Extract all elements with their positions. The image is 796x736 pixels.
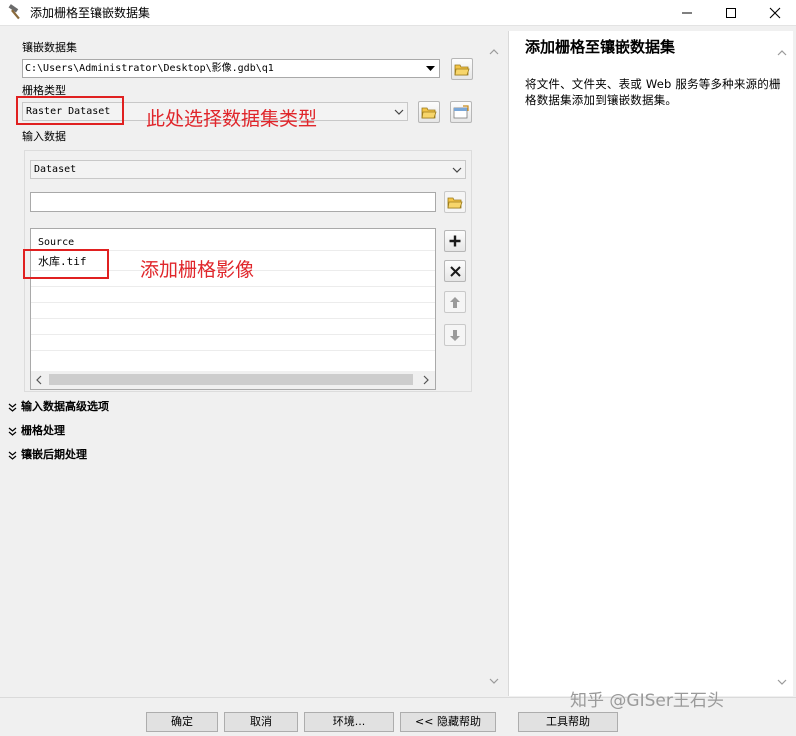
source-list-header: Source xyxy=(38,237,75,248)
double-chevron-down-icon xyxy=(8,403,17,412)
hammer-icon xyxy=(7,4,25,22)
minimize-button[interactable] xyxy=(664,0,710,26)
input-type-combo[interactable]: Dataset xyxy=(30,160,466,179)
cancel-button[interactable]: 取消 xyxy=(224,712,298,732)
mosaic-dataset-value: C:\Users\Administrator\Desktop\影像.gdb\q1 xyxy=(25,63,274,74)
section-mosaic-post-processing[interactable]: 镶嵌后期处理 xyxy=(8,448,87,462)
window-title: 添加栅格至镶嵌数据集 xyxy=(30,6,151,20)
help-title: 添加栅格至镶嵌数据集 xyxy=(525,38,676,56)
properties-icon xyxy=(453,105,469,119)
open-folder-icon xyxy=(447,197,463,209)
plus-icon xyxy=(449,235,461,247)
input-path-field[interactable] xyxy=(30,192,436,212)
maximize-button[interactable] xyxy=(708,0,754,26)
chevron-left-icon[interactable] xyxy=(35,375,43,388)
chevron-down-icon[interactable] xyxy=(489,674,499,687)
move-down-button[interactable] xyxy=(444,324,466,346)
open-folder-icon xyxy=(454,64,470,76)
chevron-right-icon[interactable] xyxy=(422,375,430,388)
dropdown-arrow-icon[interactable] xyxy=(423,61,438,76)
input-data-label: 输入数据 xyxy=(22,130,66,143)
open-folder-icon xyxy=(421,107,437,119)
section-raster-processing[interactable]: 栅格处理 xyxy=(8,424,65,438)
ok-button[interactable]: 确定 xyxy=(146,712,218,732)
close-icon xyxy=(769,7,781,19)
environments-button[interactable]: 环境... xyxy=(304,712,394,732)
section-label: 镶嵌后期处理 xyxy=(21,448,87,461)
add-raster-annotation: 添加栅格影像 xyxy=(140,259,255,281)
title-bar[interactable]: 添加栅格至镶嵌数据集 xyxy=(0,0,796,26)
chevron-down-icon[interactable] xyxy=(449,162,464,177)
raster-type-highlight xyxy=(16,96,124,125)
section-advanced-input[interactable]: 输入数据高级选项 xyxy=(8,400,109,414)
remove-item-button[interactable] xyxy=(444,260,466,282)
hide-help-button[interactable]: << 隐藏帮助 xyxy=(400,712,496,732)
mosaic-dataset-label: 镶嵌数据集 xyxy=(22,41,77,54)
minimize-icon xyxy=(682,12,692,14)
input-type-value: Dataset xyxy=(34,164,77,175)
browse-raster-type-button[interactable] xyxy=(418,101,440,123)
chevron-up-icon[interactable] xyxy=(489,45,499,58)
maximize-icon xyxy=(726,8,736,18)
watermark: 知乎 @GISer王石头 xyxy=(570,691,724,711)
arrow-down-icon xyxy=(450,329,460,341)
chevron-down-icon[interactable] xyxy=(391,104,406,119)
arrow-up-icon xyxy=(450,296,460,308)
parameters-vertical-scrollbar[interactable] xyxy=(484,30,502,694)
help-description: 将文件、文件夹、表或 Web 服务等多种来源的栅格数据集添加到镶嵌数据集。 xyxy=(525,77,781,107)
scrollbar-thumb[interactable] xyxy=(49,374,413,385)
add-item-button[interactable] xyxy=(444,230,466,252)
section-label: 输入数据高级选项 xyxy=(21,400,109,413)
list-horizontal-scrollbar[interactable] xyxy=(31,371,435,389)
mosaic-dataset-combo[interactable]: C:\Users\Administrator\Desktop\影像.gdb\q1 xyxy=(22,59,440,78)
raster-item-highlight xyxy=(23,249,109,279)
browse-mosaic-button[interactable] xyxy=(451,58,473,80)
chevron-up-icon[interactable] xyxy=(777,46,787,59)
double-chevron-down-icon xyxy=(8,427,17,436)
move-up-button[interactable] xyxy=(444,291,466,313)
raster-type-properties-button[interactable] xyxy=(450,101,472,123)
browse-input-button[interactable] xyxy=(444,191,466,213)
double-chevron-down-icon xyxy=(8,451,17,460)
section-label: 栅格处理 xyxy=(21,424,65,437)
close-icon xyxy=(449,265,461,277)
tool-help-button[interactable]: 工具帮助 xyxy=(518,712,618,732)
close-button[interactable] xyxy=(752,0,796,26)
help-panel: 添加栅格至镶嵌数据集 将文件、文件夹、表或 Web 服务等多种来源的栅格数据集添… xyxy=(508,31,793,696)
raster-type-annotation: 此处选择数据集类型 xyxy=(146,108,318,130)
chevron-down-icon[interactable] xyxy=(777,675,787,688)
